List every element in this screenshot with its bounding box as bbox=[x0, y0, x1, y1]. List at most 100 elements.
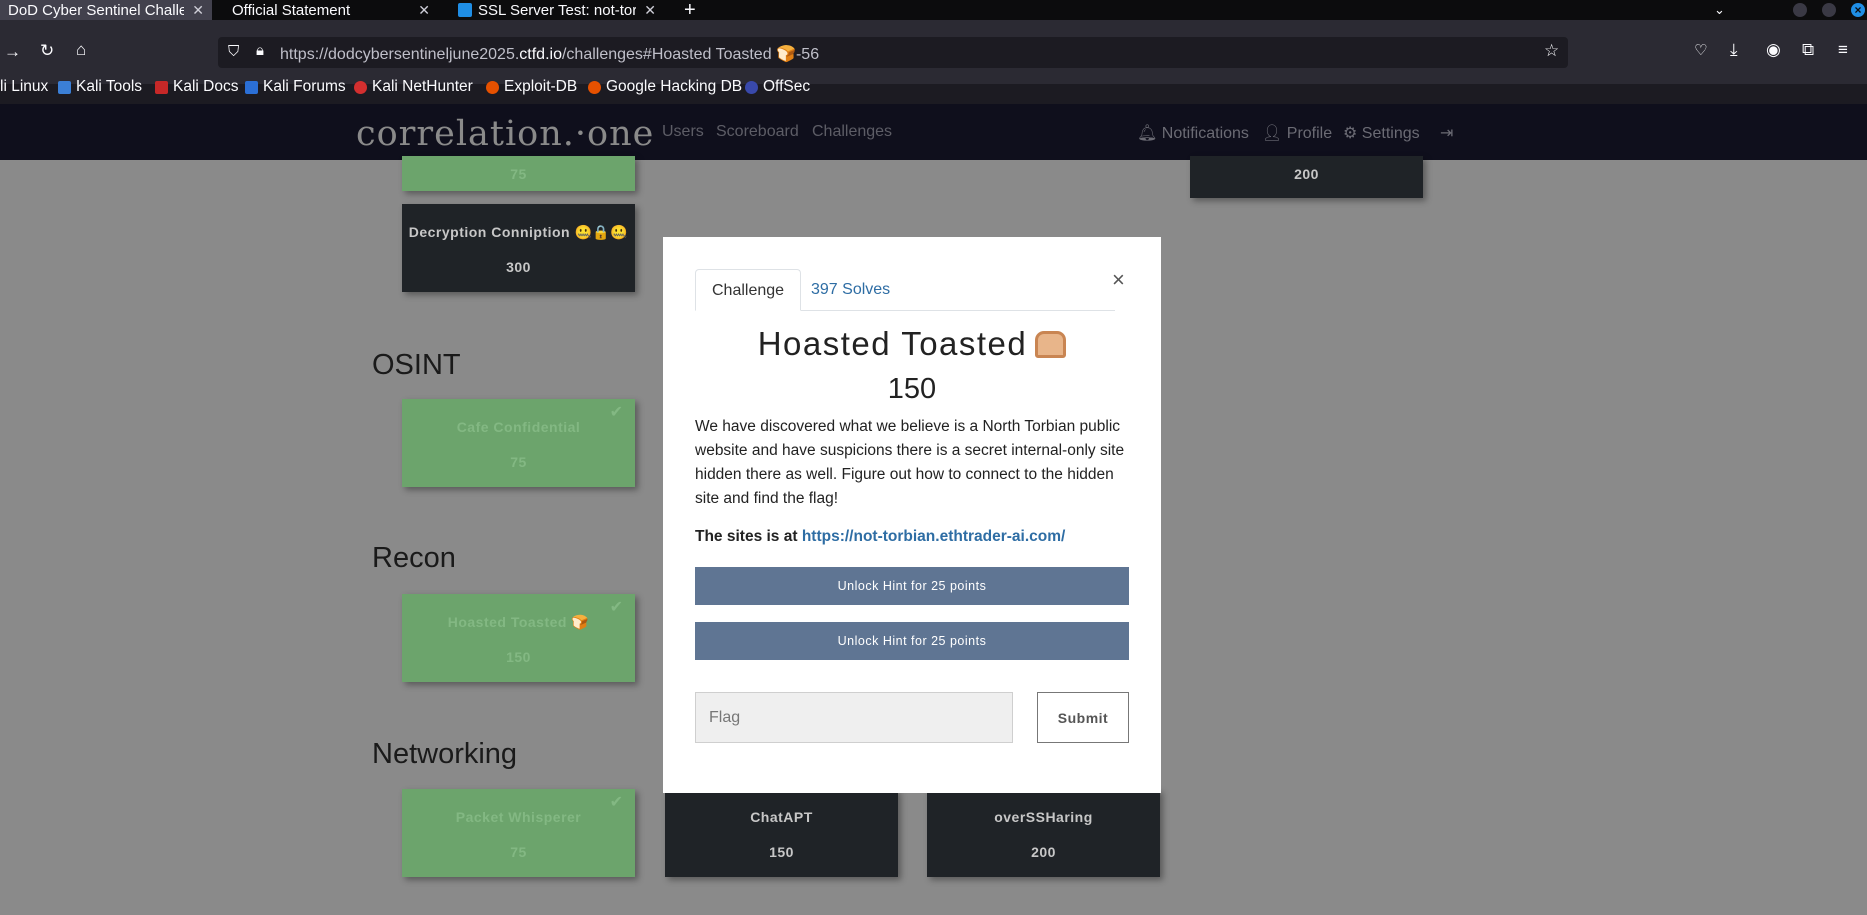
user-icon: 👤︎ bbox=[1262, 125, 1287, 142]
category-heading-networking: Networking bbox=[372, 738, 518, 770]
challenge-description: We have discovered what we believe is a … bbox=[695, 418, 1125, 507]
url-text[interactable]: https://dodcybersentineljune2025.ctfd.io… bbox=[280, 44, 819, 64]
menu-icon[interactable]: ≡ bbox=[1838, 40, 1848, 60]
offsec-icon bbox=[745, 80, 758, 94]
bookmark-kali-linux[interactable]: li Linux bbox=[0, 78, 48, 96]
challenge-card[interactable]: 200 bbox=[1190, 156, 1423, 198]
unlock-hint-button-1[interactable]: Unlock Hint for 25 points bbox=[695, 567, 1129, 605]
challenge-points: 150 bbox=[887, 373, 937, 405]
nethunter-icon bbox=[354, 80, 367, 94]
close-window-icon[interactable]: × bbox=[1851, 3, 1865, 17]
challenge-card-packet-whisperer[interactable]: ✔ Packet Whisperer 75 bbox=[402, 789, 635, 877]
nav-challenges[interactable]: Challenges bbox=[812, 123, 892, 141]
site-navbar: correlation.·one Users Scoreboard Challe… bbox=[0, 104, 1867, 160]
account-icon[interactable]: ◉ bbox=[1766, 40, 1781, 60]
challenge-name: overSSHaring bbox=[994, 809, 1093, 825]
challenge-card-cafe-confidential[interactable]: ✔ Cafe Confidential 75 bbox=[402, 399, 635, 487]
exploit-db-icon bbox=[486, 80, 499, 94]
bookmark-star-icon[interactable]: ☆ bbox=[1544, 41, 1559, 61]
challenge-card-decryption-conniption[interactable]: Decryption Conniption 🤐🔒🤐 300 bbox=[402, 204, 635, 292]
bookmark-label: Kali Forums bbox=[263, 78, 346, 95]
bookmark-google-hacking-db[interactable]: Google Hacking DB bbox=[588, 78, 742, 96]
tab-title: Official Statement bbox=[232, 1, 351, 19]
category-heading-osint: OSINT bbox=[372, 349, 461, 381]
bread-icon bbox=[1035, 331, 1067, 358]
modal-tabs: Challenge 397 Solves bbox=[695, 269, 1115, 311]
nav-notifications-label: Notifications bbox=[1161, 125, 1249, 142]
nav-notifications[interactable]: 🔔︎ Notifications bbox=[1137, 123, 1249, 143]
challenge-name: ChatAPT bbox=[750, 809, 813, 825]
challenge-value: 75 bbox=[510, 844, 527, 860]
url-path: /challenges#Hoasted Toasted 🍞-56 bbox=[561, 46, 820, 63]
site-logo[interactable]: correlation.·one bbox=[356, 114, 654, 154]
challenge-name: Hoasted Toasted 🍞 bbox=[447, 614, 590, 630]
challenge-value: 150 bbox=[769, 844, 794, 860]
bookmark-exploit-db[interactable]: Exploit-DB bbox=[486, 78, 577, 96]
close-icon[interactable]: × bbox=[1112, 267, 1125, 293]
tab-bar: DoD Cyber Sentinel Challeng ✕ Official S… bbox=[0, 0, 1867, 20]
tab-solves[interactable]: 397 Solves bbox=[795, 269, 906, 311]
challenge-value: 150 bbox=[506, 649, 531, 665]
sites-link[interactable]: https://not-torbian.ethtrader-ai.com/ bbox=[802, 528, 1066, 545]
forward-icon[interactable]: → bbox=[4, 42, 21, 62]
reload-icon[interactable]: ↻ bbox=[40, 41, 54, 61]
close-tab-icon[interactable]: ✕ bbox=[644, 2, 656, 19]
challenge-name: Packet Whisperer bbox=[455, 809, 582, 825]
unlock-hint-button-2[interactable]: Unlock Hint for 25 points bbox=[695, 622, 1129, 660]
kali-icon bbox=[58, 80, 71, 94]
challenge-card-hoasted-toasted[interactable]: ✔ Hoasted Toasted 🍞 150 bbox=[402, 594, 635, 682]
tab-ssl-server-test[interactable]: SSL Server Test: not-torbi ✕ bbox=[450, 0, 664, 20]
bookmark-label: Google Hacking DB bbox=[606, 78, 743, 95]
bookmark-kali-forums[interactable]: Kali Forums bbox=[245, 78, 346, 96]
home-icon[interactable]: ⌂ bbox=[76, 40, 86, 60]
submit-button[interactable]: Submit bbox=[1037, 692, 1129, 743]
challenge-sites-line: The sites is at https://not-torbian.etht… bbox=[695, 528, 1065, 546]
url-domain: ctfd.io bbox=[519, 46, 562, 63]
lock-icon bbox=[458, 3, 472, 17]
minimize-icon[interactable] bbox=[1793, 3, 1807, 17]
challenge-value: 300 bbox=[506, 259, 531, 275]
bookmark-label: li Linux bbox=[0, 78, 49, 95]
category-heading-recon: Recon bbox=[372, 542, 456, 574]
bookmark-kali-nethunter[interactable]: Kali NetHunter bbox=[354, 78, 473, 96]
tab-dod-cyber-sentinel[interactable]: DoD Cyber Sentinel Challeng ✕ bbox=[0, 0, 212, 20]
downloads-icon[interactable]: ⤓ bbox=[1730, 40, 1738, 60]
tracking-shield-icon[interactable]: ⛉ bbox=[228, 43, 239, 60]
nav-profile-label: Profile bbox=[1286, 125, 1333, 142]
maximize-icon[interactable] bbox=[1822, 3, 1836, 17]
challenge-card-chatapt[interactable]: ChatAPT 150 bbox=[665, 789, 898, 877]
pocket-icon[interactable]: ♡ bbox=[1694, 41, 1707, 59]
challenge-name: Cafe Confidential bbox=[456, 419, 581, 435]
bookmark-label: Kali Tools bbox=[76, 78, 143, 95]
bookmark-kali-docs[interactable]: Kali Docs bbox=[155, 78, 238, 96]
url-prefix: https://dodcybersentineljune2025. bbox=[280, 46, 520, 63]
tab-official-statement[interactable]: Official Statement ✕ bbox=[224, 0, 438, 20]
tab-challenge[interactable]: Challenge bbox=[695, 269, 802, 311]
new-tab-button[interactable]: + bbox=[684, 0, 696, 20]
logout-icon[interactable]: ⇥ bbox=[1440, 123, 1453, 143]
lock-icon[interactable]: 🔒︎ bbox=[256, 42, 264, 59]
challenge-modal: Challenge 397 Solves × Hoasted Toasted 1… bbox=[663, 237, 1161, 793]
sites-label: The sites is at bbox=[695, 528, 798, 545]
flag-input[interactable] bbox=[695, 692, 1013, 743]
challenge-card-overssharing[interactable]: overSSHaring 200 bbox=[927, 789, 1160, 877]
nav-scoreboard[interactable]: Scoreboard bbox=[716, 123, 799, 141]
nav-profile[interactable]: 👤︎ Profile bbox=[1262, 123, 1332, 143]
challenge-value: 75 bbox=[510, 454, 527, 470]
nav-settings-label: Settings bbox=[1361, 125, 1420, 142]
bookmark-label: Exploit-DB bbox=[504, 78, 578, 95]
nav-users[interactable]: Users bbox=[662, 123, 704, 141]
extensions-icon[interactable]: ⧉ bbox=[1802, 40, 1814, 60]
close-tab-icon[interactable]: ✕ bbox=[418, 2, 430, 19]
page-viewport: correlation.·one Users Scoreboard Challe… bbox=[0, 104, 1867, 915]
challenge-card[interactable]: 75 bbox=[402, 156, 635, 191]
chevron-down-icon[interactable]: ⌄ bbox=[1714, 2, 1725, 18]
close-tab-icon[interactable]: ✕ bbox=[192, 2, 204, 19]
bookmark-offsec[interactable]: OffSec bbox=[745, 78, 810, 96]
ghdb-icon bbox=[588, 80, 601, 94]
bookmark-kali-tools[interactable]: Kali Tools bbox=[58, 78, 142, 96]
bookmark-label: OffSec bbox=[763, 78, 811, 95]
challenge-title-text: Hoasted Toasted bbox=[757, 325, 1028, 362]
challenge-name: Decryption Conniption 🤐🔒🤐 bbox=[408, 224, 629, 240]
nav-settings[interactable]: ⚙ Settings bbox=[1343, 123, 1420, 143]
